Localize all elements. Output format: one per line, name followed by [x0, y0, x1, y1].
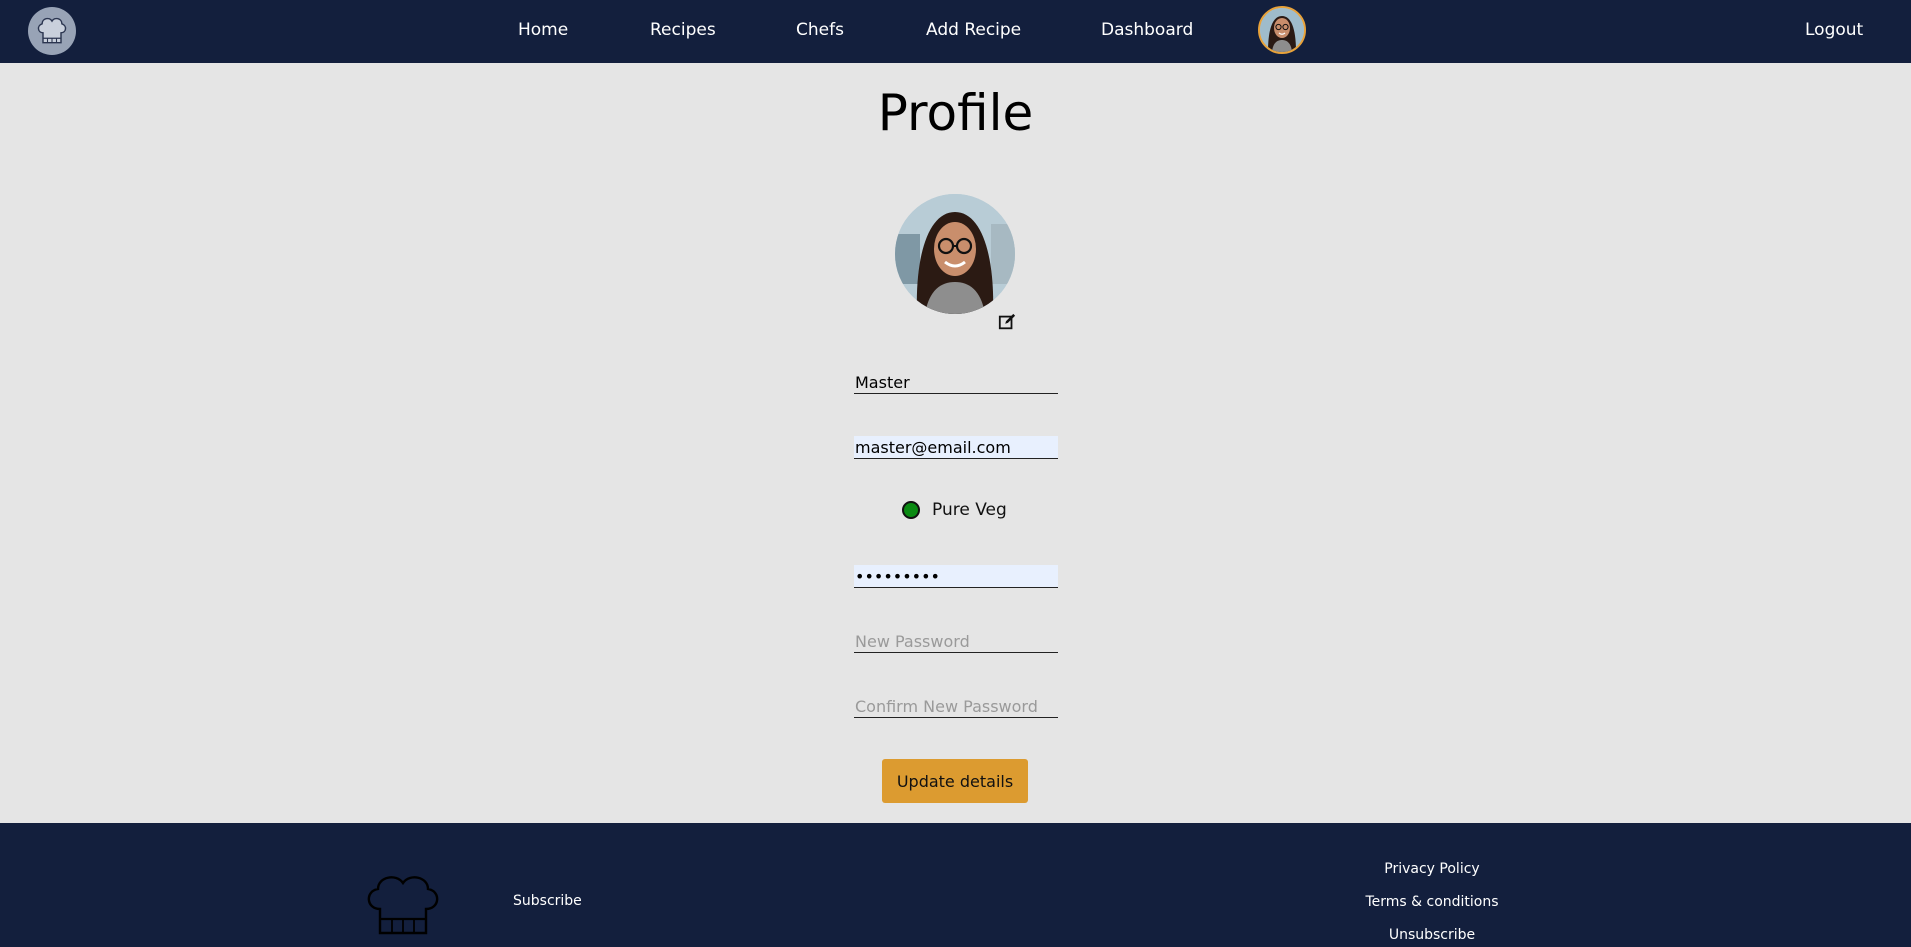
- email-field[interactable]: [854, 436, 1058, 459]
- terms-link[interactable]: Terms & conditions: [1332, 894, 1532, 910]
- navbar: Home Recipes Chefs Add Recipe Dashboard …: [0, 0, 1911, 63]
- logout-link[interactable]: Logout: [1805, 20, 1863, 40]
- update-details-button[interactable]: Update details: [882, 759, 1028, 803]
- chef-hat-icon: [367, 876, 439, 935]
- current-password-field[interactable]: [854, 565, 1058, 588]
- user-avatar[interactable]: [1258, 6, 1306, 54]
- privacy-policy-link[interactable]: Privacy Policy: [1332, 861, 1532, 877]
- unsubscribe-link[interactable]: Unsubscribe: [1332, 927, 1532, 943]
- diet-preference-toggle[interactable]: Pure Veg: [902, 500, 1007, 520]
- footer: Subscribe Privacy Policy Terms & conditi…: [0, 823, 1911, 947]
- nav-add-recipe[interactable]: Add Recipe: [926, 20, 1021, 40]
- nav-chefs[interactable]: Chefs: [796, 20, 844, 40]
- profile-photo: [895, 194, 1015, 314]
- page-title: Profile: [877, 84, 1034, 142]
- nav-recipes[interactable]: Recipes: [650, 20, 716, 40]
- new-password-field[interactable]: [854, 630, 1058, 653]
- edit-avatar-icon[interactable]: [998, 313, 1016, 331]
- veg-indicator-icon: [902, 501, 920, 519]
- avatar-image: [1260, 8, 1304, 52]
- name-field[interactable]: [854, 371, 1058, 394]
- diet-preference-label: Pure Veg: [932, 500, 1007, 520]
- profile-avatar: [895, 194, 1015, 314]
- nav-home[interactable]: Home: [518, 20, 568, 40]
- nav-dashboard[interactable]: Dashboard: [1101, 20, 1193, 40]
- site-logo[interactable]: [28, 7, 76, 55]
- confirm-password-field[interactable]: [854, 695, 1058, 718]
- chef-hat-icon: [37, 17, 67, 44]
- subscribe-link[interactable]: Subscribe: [513, 893, 582, 909]
